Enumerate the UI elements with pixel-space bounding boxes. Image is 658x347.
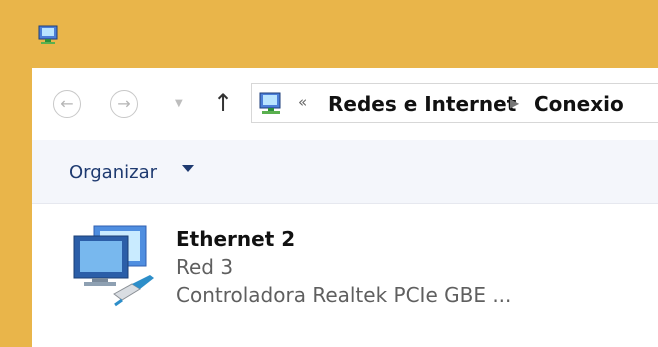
navigation-bar: ← → ▼ ↑ « Redes e Internet ▶ Conexio bbox=[32, 68, 658, 140]
network-connections-icon bbox=[38, 25, 58, 44]
connections-list: Ethernet 2 Red 3 Controladora Realtek PC… bbox=[32, 204, 658, 347]
forward-button[interactable]: → bbox=[110, 90, 138, 118]
address-bar[interactable]: « Redes e Internet ▶ Conexio bbox=[251, 83, 658, 123]
recent-locations-button[interactable]: ▼ bbox=[175, 98, 183, 109]
breadcrumb-conexiones[interactable]: Conexio bbox=[534, 92, 624, 116]
command-bar: Organizar bbox=[32, 140, 658, 204]
breadcrumb-redes-e-internet[interactable]: Redes e Internet bbox=[328, 92, 516, 116]
title-bar bbox=[0, 0, 658, 68]
chevron-down-icon[interactable] bbox=[182, 165, 194, 172]
ethernet-adapter-icon bbox=[73, 225, 154, 307]
connection-network: Red 3 bbox=[176, 255, 234, 279]
explorer-window: ← → ▼ ↑ « Redes e Internet ▶ Conexio Org… bbox=[32, 68, 658, 347]
connection-adapter: Controladora Realtek PCIe GBE ... bbox=[176, 283, 512, 307]
back-arrow-icon: ← bbox=[60, 94, 74, 113]
connection-name: Ethernet 2 bbox=[176, 227, 296, 251]
back-button[interactable]: ← bbox=[53, 90, 81, 118]
list-item[interactable]: Ethernet 2 Red 3 Controladora Realtek PC… bbox=[66, 218, 586, 308]
breadcrumb-overflow[interactable]: « bbox=[298, 93, 307, 111]
organize-menu-button[interactable]: Organizar bbox=[69, 162, 157, 183]
network-connections-icon bbox=[259, 92, 281, 114]
breadcrumb-separator-icon[interactable]: ▶ bbox=[510, 96, 519, 110]
up-button[interactable]: ↑ bbox=[213, 91, 233, 115]
forward-arrow-icon: → bbox=[117, 94, 131, 113]
